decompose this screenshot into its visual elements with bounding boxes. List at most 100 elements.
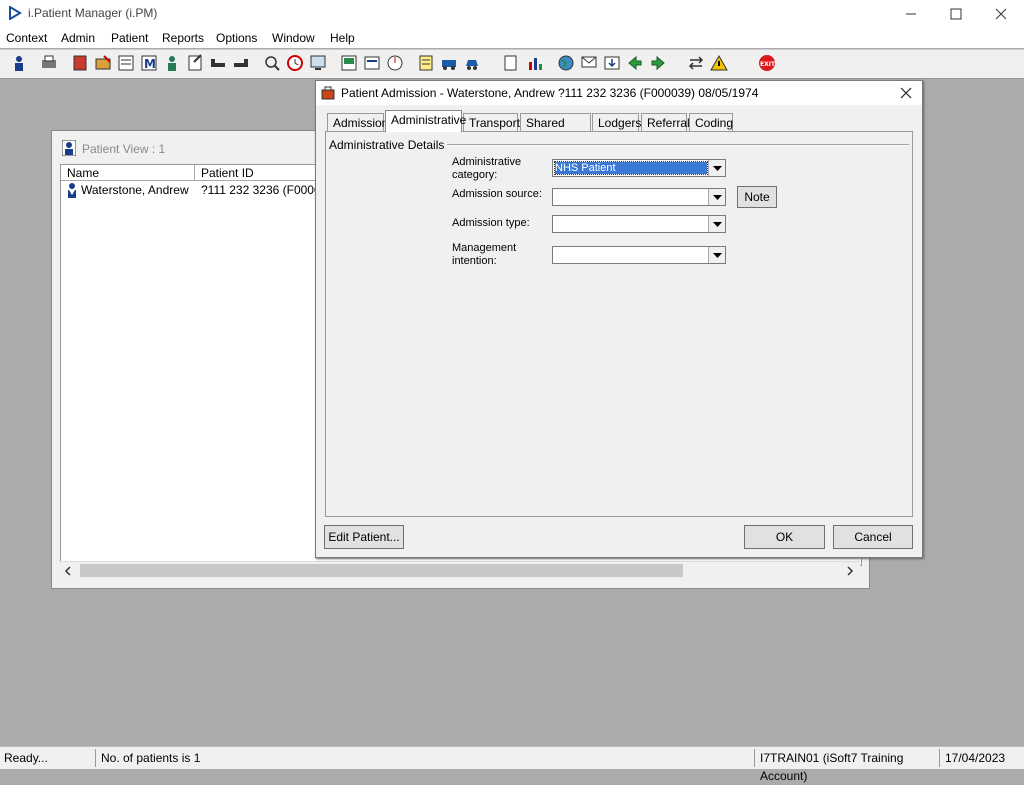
status-ready: Ready...: [0, 749, 96, 767]
chevron-down-icon: [712, 165, 722, 171]
status-patient-count: No. of patients is 1: [97, 749, 755, 767]
green-arrow-icon[interactable]: [625, 53, 645, 73]
doctor-icon[interactable]: [162, 53, 182, 73]
book-icon[interactable]: [70, 53, 90, 73]
form-icon[interactable]: [116, 53, 136, 73]
svg-text:EXIT: EXIT: [760, 61, 776, 68]
admission-type-label: Admission type:: [452, 217, 530, 229]
toolbar: M EXIT: [0, 49, 1024, 79]
transport-icon[interactable]: [439, 53, 459, 73]
app-title: i.Patient Manager (i.PM): [28, 6, 158, 20]
patient-name-cell: Waterstone, Andrew: [81, 183, 189, 197]
printer-icon[interactable]: [39, 53, 59, 73]
admission-type-value: [555, 218, 707, 230]
scroll-left-icon[interactable]: [64, 566, 72, 576]
menu-admin[interactable]: Admin: [61, 31, 95, 45]
admission-icon: [321, 86, 335, 100]
svg-text:M: M: [144, 57, 156, 71]
tab-shared-care[interactable]: Shared Care: [520, 113, 591, 148]
bed-icon[interactable]: [208, 53, 228, 73]
menu-patient[interactable]: Patient: [111, 31, 148, 45]
dialog-close-button[interactable]: [896, 84, 916, 102]
exit-icon[interactable]: EXIT: [757, 53, 777, 73]
tab-referral[interactable]: Referral: [641, 113, 690, 131]
menu-help[interactable]: Help: [330, 31, 355, 45]
column-header-name[interactable]: Name: [61, 165, 195, 181]
status-bar: Ready... No. of patients is 1 I7TRAIN01 …: [0, 746, 1024, 783]
bar-chart-icon[interactable]: [525, 53, 545, 73]
close-icon: [900, 87, 912, 99]
person-icon[interactable]: [9, 53, 29, 73]
tab-lodgers[interactable]: Lodgers: [592, 113, 641, 131]
warning-icon[interactable]: [709, 53, 729, 73]
car-icon[interactable]: [462, 53, 482, 73]
tab-admission[interactable]: Admission: [327, 113, 388, 131]
app-logo-icon: [9, 6, 22, 20]
dropdown-button[interactable]: [708, 216, 725, 232]
swap-arrows-icon[interactable]: [686, 53, 706, 73]
menu-context[interactable]: Context: [6, 31, 47, 45]
m-icon[interactable]: M: [139, 53, 159, 73]
maximize-button[interactable]: [933, 0, 979, 28]
tab-coding[interactable]: Coding: [689, 113, 733, 131]
note-icon[interactable]: [185, 53, 205, 73]
cancel-button[interactable]: Cancel: [833, 525, 913, 549]
close-icon: [995, 8, 1007, 20]
edit-patient-button[interactable]: Edit Patient...: [324, 525, 404, 549]
admin-category-select[interactable]: NHS Patient: [552, 159, 726, 177]
group-title: Administrative Details: [329, 138, 448, 152]
scrollbar-thumb[interactable]: [80, 564, 683, 577]
list-icon[interactable]: [416, 53, 436, 73]
ok-button[interactable]: OK: [744, 525, 825, 549]
menu-window[interactable]: Window: [272, 31, 315, 45]
admission-source-value: [555, 191, 707, 203]
admin-category-value: NHS Patient: [554, 161, 708, 175]
column-header-patient-id[interactable]: Patient ID: [195, 165, 325, 181]
chevron-down-icon: [712, 194, 722, 200]
dropdown-button[interactable]: [708, 160, 725, 176]
patient-admission-dialog: Patient Admission - Waterstone, Andrew ?…: [315, 80, 923, 558]
dropdown-button[interactable]: [708, 247, 725, 263]
card-icon[interactable]: [362, 53, 382, 73]
dialog-title: Patient Admission - Waterstone, Andrew ?…: [341, 86, 759, 100]
management-intention-select[interactable]: [552, 246, 726, 264]
globe-icon[interactable]: [556, 53, 576, 73]
admin-category-label: Administrative category:: [452, 156, 522, 181]
dialog-title-bar[interactable]: Patient Admission - Waterstone, Andrew ?…: [316, 81, 922, 105]
scroll-right-icon[interactable]: [846, 566, 854, 576]
chevron-down-icon: [712, 252, 722, 258]
chart-clock-icon[interactable]: [385, 53, 405, 73]
monitor-icon[interactable]: [308, 53, 328, 73]
tab-administrative[interactable]: Administrative: [385, 110, 466, 132]
dropdown-button[interactable]: [708, 189, 725, 205]
status-account: I7TRAIN01 (iSoft7 Training Account): [756, 749, 940, 783]
note-button[interactable]: Note: [737, 186, 777, 208]
document-icon[interactable]: [500, 53, 520, 73]
tab-transport[interactable]: Transport: [463, 113, 520, 131]
menu-options[interactable]: Options: [216, 31, 257, 45]
patient-view-title: Patient View : 1: [82, 142, 166, 156]
patient-icon: [68, 183, 76, 198]
clock-icon[interactable]: [285, 53, 305, 73]
menu-reports[interactable]: Reports: [162, 31, 204, 45]
magnify-icon[interactable]: [262, 53, 282, 73]
folder-edit-icon[interactable]: [93, 53, 113, 73]
management-intention-label: Management intention:: [452, 242, 517, 267]
management-intention-value: [555, 249, 707, 261]
green-arrow-check-icon[interactable]: [648, 53, 668, 73]
admission-source-label: Admission source:: [452, 188, 542, 200]
minimize-button[interactable]: [888, 0, 934, 28]
admission-type-select[interactable]: [552, 215, 726, 233]
patient-icon: [62, 140, 76, 156]
message-icon[interactable]: [579, 53, 599, 73]
patient-id-cell: ?111 232 3236 (F00003: [201, 183, 328, 197]
title-bar: i.Patient Manager (i.PM): [0, 0, 1024, 28]
screen-icon[interactable]: [339, 53, 359, 73]
admission-source-select[interactable]: [552, 188, 726, 206]
close-window-button[interactable]: [978, 0, 1024, 28]
status-date: 17/04/2023: [945, 751, 1006, 765]
minimize-icon: [906, 13, 916, 15]
download-icon[interactable]: [602, 53, 622, 73]
horizontal-scrollbar[interactable]: [60, 561, 860, 579]
bed-admit-icon[interactable]: [231, 53, 251, 73]
